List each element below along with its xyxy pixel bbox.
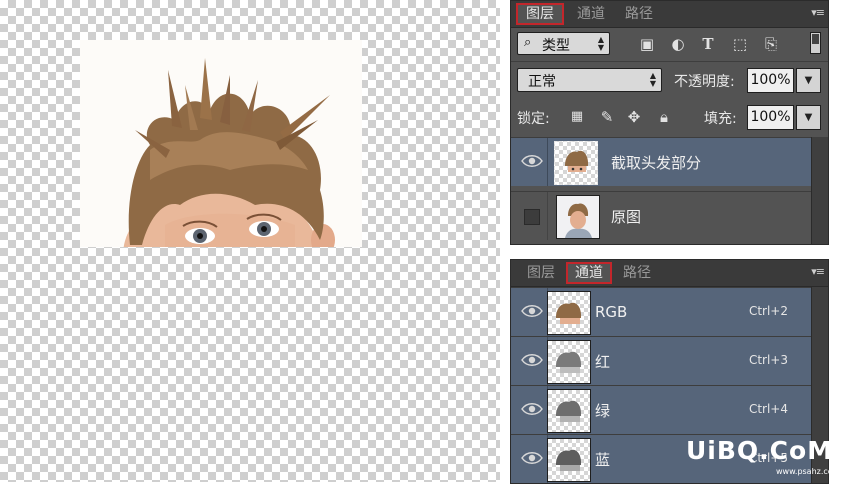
layers-panel-tabbar: 图层 通道 路径 ▾≡: [511, 1, 828, 28]
channel-name[interactable]: RGB: [595, 303, 627, 321]
text-filter-icon[interactable]: T: [698, 34, 718, 54]
fill-label: 填充:: [704, 111, 737, 127]
channel-shortcut: Ctrl+2: [748, 304, 788, 318]
channel-thumbnail: [547, 340, 591, 384]
tab-paths[interactable]: 路径: [616, 3, 662, 25]
visibility-eye-icon[interactable]: [521, 400, 543, 418]
lock-label: 锁定:: [517, 111, 550, 127]
lock-all-padlock-icon[interactable]: 🔒︎: [654, 107, 674, 127]
search-icon: ⌕: [524, 35, 532, 50]
visibility-eye-icon[interactable]: [521, 302, 543, 320]
select-arrows-icon: ▲ ▼: [649, 71, 656, 88]
channel-row-green[interactable]: 绿 Ctrl+4: [511, 385, 812, 434]
blend-mode-select[interactable]: 正常 ▲ ▼: [517, 68, 662, 92]
layer-thumbnail: [556, 195, 600, 239]
channel-thumbnail: [547, 291, 591, 335]
filter-toggle-switch[interactable]: [810, 32, 821, 54]
lock-image-pixels-brush-icon[interactable]: ✎: [597, 107, 617, 127]
layer-row-original[interactable]: 原图: [511, 191, 812, 240]
shape-filter-icon[interactable]: ⬚: [730, 34, 750, 54]
adjustment-filter-icon[interactable]: ◐: [668, 34, 688, 54]
channel-row-red[interactable]: 红 Ctrl+3: [511, 336, 812, 385]
document-canvas[interactable]: [0, 0, 500, 482]
tab-layers[interactable]: 图层: [516, 3, 564, 25]
opacity-input[interactable]: 100%: [747, 68, 794, 93]
layer-name[interactable]: 原图: [611, 206, 641, 227]
tab-channels[interactable]: 通道: [568, 3, 614, 25]
watermark-url: www.psahz.com: [776, 467, 841, 476]
layers-panel: 图层 通道 路径 ▾≡ ⌕ 类型 ▲ ▼ ▣ ◐ T ⬚ ⎘ 正常 ▲ ▼ 不透明度…: [510, 0, 829, 245]
channel-name[interactable]: 绿: [595, 400, 610, 421]
layers-scrollbar[interactable]: [811, 137, 828, 244]
layer-row-hair-cutout[interactable]: 截取头发部分: [511, 137, 812, 186]
visibility-toggle-empty[interactable]: [524, 209, 540, 225]
layer-name[interactable]: 截取头发部分: [611, 152, 701, 173]
panel-menu-icon[interactable]: ▾≡: [811, 6, 825, 19]
opacity-dropdown-button[interactable]: ▼: [796, 68, 821, 93]
panel-menu-icon[interactable]: ▾≡: [811, 265, 825, 278]
image-filter-icon[interactable]: ▣: [637, 34, 657, 54]
boy-hair-illustration: [123, 58, 335, 247]
channels-panel-tabbar: 图层 通道 路径 ▾≡: [511, 260, 828, 287]
tab-layers[interactable]: 图层: [518, 262, 564, 284]
channel-shortcut: Ctrl+4: [748, 402, 788, 416]
opacity-label: 不透明度:: [674, 74, 735, 90]
fill-input[interactable]: 100%: [747, 105, 794, 130]
lock-position-move-icon[interactable]: ✥: [624, 107, 644, 127]
lock-transparent-pixels-icon[interactable]: ▦: [567, 107, 587, 127]
visibility-eye-icon[interactable]: [521, 449, 543, 467]
visibility-eye-icon[interactable]: [521, 351, 543, 369]
blend-mode-value: 正常: [528, 74, 556, 90]
smart-object-filter-icon[interactable]: ⎘: [761, 34, 781, 54]
visibility-eye-icon[interactable]: [521, 152, 543, 170]
tab-channels[interactable]: 通道: [566, 262, 612, 284]
channel-shortcut: Ctrl+3: [748, 353, 788, 367]
fill-dropdown-button[interactable]: ▼: [796, 105, 821, 130]
filter-kind-value: 类型: [542, 38, 570, 54]
channel-thumbnail: [547, 438, 591, 482]
channel-row-rgb[interactable]: RGB Ctrl+2: [511, 287, 812, 336]
hair-photo: [80, 40, 362, 247]
layer-filter-select[interactable]: ⌕ 类型 ▲ ▼: [517, 32, 610, 55]
channel-thumbnail: [547, 389, 591, 433]
layer-thumbnail: [554, 141, 598, 185]
select-arrows-icon: ▲ ▼: [597, 35, 604, 52]
watermark-logo: UiBQ.CoM: [686, 436, 834, 465]
channel-name[interactable]: 蓝: [595, 449, 610, 470]
tab-paths[interactable]: 路径: [614, 262, 660, 284]
channel-name[interactable]: 红: [595, 351, 610, 372]
